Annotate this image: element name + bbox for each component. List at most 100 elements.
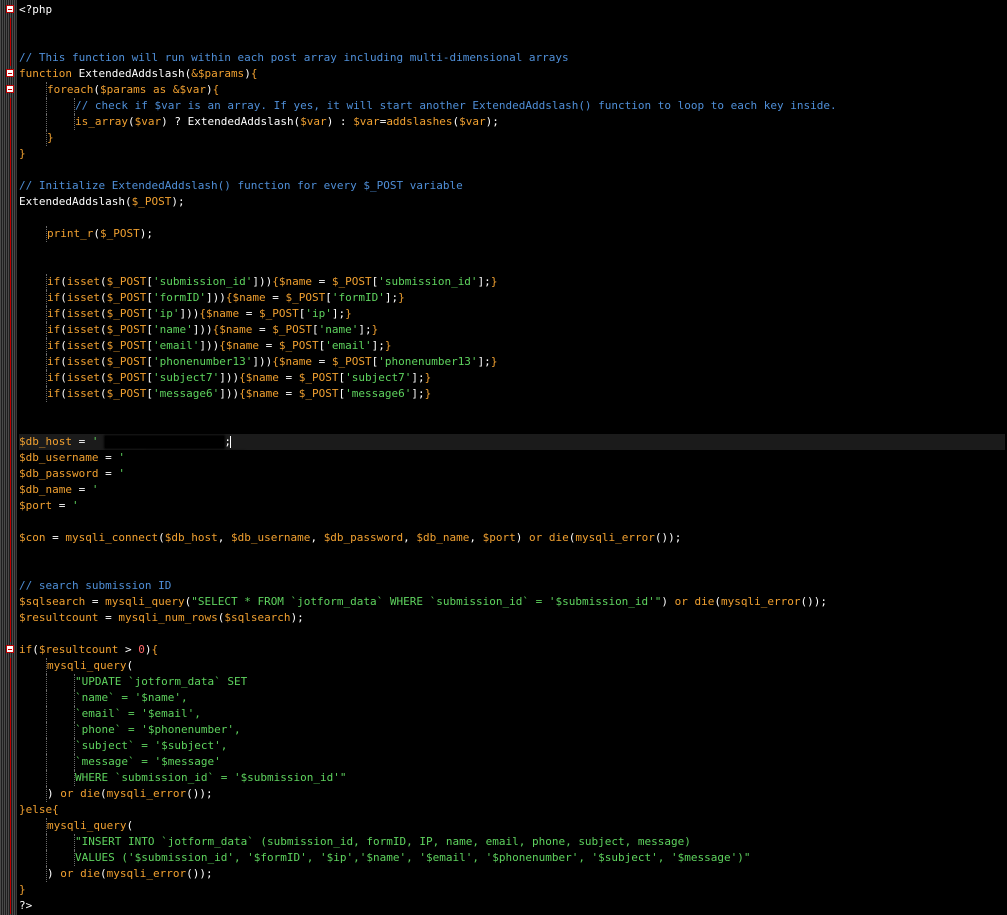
code-line[interactable]: $port = ' '; [10, 498, 1005, 514]
fold-range-line [10, 754, 11, 770]
code-line[interactable]: $db_name = ' '; [10, 482, 1005, 498]
code-line[interactable]: ) or die(mysqli_error()); [10, 866, 1005, 882]
fold-collapse-icon[interactable] [6, 85, 14, 93]
indent-guide [46, 370, 47, 386]
code-line[interactable] [10, 162, 1005, 178]
code-line[interactable]: is_array($var) ? ExtendedAddslash($var) … [10, 114, 1005, 130]
code-line[interactable]: $con = mysqli_connect($db_host, $db_user… [10, 530, 1005, 546]
code-line[interactable]: `name` = '$name', [10, 690, 1005, 706]
fold-range-line [10, 434, 11, 450]
indent-guide [74, 706, 75, 722]
code-line[interactable] [10, 18, 1005, 34]
code-line[interactable] [10, 546, 1005, 562]
code-line[interactable]: "UPDATE `jotform_data` SET [10, 674, 1005, 690]
code-token: ])) [205, 291, 226, 304]
code-line[interactable]: } [10, 882, 1005, 898]
code-line[interactable] [10, 562, 1005, 578]
code-token: $sqlsearch [224, 611, 291, 624]
code-line[interactable]: print_r($_POST); [10, 226, 1005, 242]
code-line[interactable]: $db_host = ' '; [10, 434, 1005, 450]
code-line[interactable]: "INSERT INTO `jotform_data` (submission_… [10, 834, 1005, 850]
code-line[interactable]: if(isset($_POST['name'])){$name = $_POST… [10, 322, 1005, 338]
code-token: = [85, 595, 106, 608]
code-line[interactable]: if(isset($_POST['formID'])){$name = $_PO… [10, 290, 1005, 306]
code-token: $_POST [106, 371, 147, 384]
code-line[interactable]: // search submission ID [10, 578, 1005, 594]
code-token: $db_username [19, 451, 99, 464]
code-token: mysqli_error [721, 595, 801, 608]
code-line[interactable]: foreach($params as &$var){ [6, 82, 1005, 98]
code-token: ]; [477, 355, 491, 368]
fold-collapse-icon[interactable] [6, 5, 14, 13]
code-token: $var [300, 115, 327, 128]
indent-guide [46, 770, 47, 786]
fold-collapse-icon[interactable] [6, 69, 14, 77]
code-token: ( [100, 867, 107, 880]
code-line[interactable]: if(isset($_POST['subject7'])){$name = $_… [10, 370, 1005, 386]
code-token: or [529, 531, 543, 544]
code-line[interactable]: if(isset($_POST['phonenumber13'])){$name… [10, 354, 1005, 370]
code-line[interactable]: `subject` = '$subject', [10, 738, 1005, 754]
fold-range-line [10, 834, 11, 850]
code-token: 'phonenumber13' [153, 355, 253, 368]
fold-range-line [10, 658, 11, 674]
code-line[interactable]: // Initialize ExtendedAddslash() functio… [10, 178, 1005, 194]
code-line[interactable]: $db_password = ' '; [10, 466, 1005, 482]
line-text: VALUES ('$submission_id', '$formID', '$i… [19, 851, 751, 864]
fold-range-line [10, 50, 11, 66]
code-line[interactable]: mysqli_query( [10, 818, 1005, 834]
indent-guide [46, 322, 47, 338]
code-line[interactable]: `email` = '$email', [10, 706, 1005, 722]
code-token: = [71, 435, 92, 448]
code-line[interactable]: <?php [6, 2, 1005, 18]
code-line[interactable]: } [10, 130, 1005, 146]
code-line[interactable] [10, 418, 1005, 434]
code-line[interactable]: `message` = '$message' [10, 754, 1005, 770]
code-token: } [424, 387, 432, 400]
code-line[interactable]: function ExtendedAddslash(&$params){ [6, 66, 1005, 82]
code-line[interactable]: WHERE `submission_id` = '$submission_id'… [10, 770, 1005, 786]
code-line[interactable]: $db_username = ' '; [10, 450, 1005, 466]
code-line[interactable]: $sqlsearch = mysqli_query("SELECT * FROM… [10, 594, 1005, 610]
code-line[interactable] [10, 402, 1005, 418]
line-gutter[interactable] [0, 0, 17, 915]
code-line[interactable] [10, 34, 1005, 50]
code-editor[interactable]: <?php // This function will run within ea… [0, 0, 1007, 915]
code-line[interactable]: $resultcount = mysqli_num_rows($sqlsearc… [10, 610, 1005, 626]
code-line[interactable]: if($resultcount > 0){ [6, 642, 1005, 658]
code-line[interactable] [10, 210, 1005, 226]
code-line[interactable] [10, 258, 1005, 274]
code-line[interactable] [10, 514, 1005, 530]
code-line[interactable]: // This function will run within each po… [10, 50, 1005, 66]
code-token: $var [134, 115, 162, 128]
code-line[interactable]: if(isset($_POST['submission_id'])){$name… [10, 274, 1005, 290]
code-token: mysqli_error [106, 867, 187, 880]
code-line[interactable]: ) or die(mysqli_error()); [10, 786, 1005, 802]
code-line[interactable]: ExtendedAddslash($_POST); [10, 194, 1005, 210]
code-line[interactable]: }else{ [10, 802, 1005, 818]
fold-collapse-icon[interactable] [6, 645, 14, 653]
code-token: = [311, 275, 332, 288]
code-line[interactable]: `phone` = '$phonenumber', [10, 722, 1005, 738]
line-text: `message` = '$message' [19, 755, 221, 768]
code-line[interactable]: mysqli_query( [10, 658, 1005, 674]
code-line[interactable] [10, 626, 1005, 642]
code-line[interactable]: VALUES ('$submission_id', '$formID', '$i… [10, 850, 1005, 866]
code-token: [ [146, 355, 153, 368]
code-line[interactable]: if(isset($_POST['email'])){$name = $_POS… [10, 338, 1005, 354]
line-text: <?php [19, 3, 52, 16]
code-token: } [345, 307, 352, 320]
code-line[interactable] [10, 242, 1005, 258]
code-area[interactable]: <?php // This function will run within ea… [6, 2, 1005, 914]
code-line[interactable]: if(isset($_POST['message6'])){$name = $_… [10, 386, 1005, 402]
code-line[interactable]: // check if $var is an array. If yes, it… [10, 98, 1005, 114]
code-line[interactable]: if(isset($_POST['ip'])){$name = $_POST['… [10, 306, 1005, 322]
code-token: $_POST [331, 275, 372, 288]
code-token: ExtendedAddslash( [19, 195, 132, 208]
code-token: $_POST [106, 307, 147, 320]
code-line[interactable]: } [10, 146, 1005, 162]
code-token: = [278, 387, 299, 400]
code-token: isset [66, 371, 100, 384]
code-line[interactable]: ?> [10, 898, 1005, 914]
